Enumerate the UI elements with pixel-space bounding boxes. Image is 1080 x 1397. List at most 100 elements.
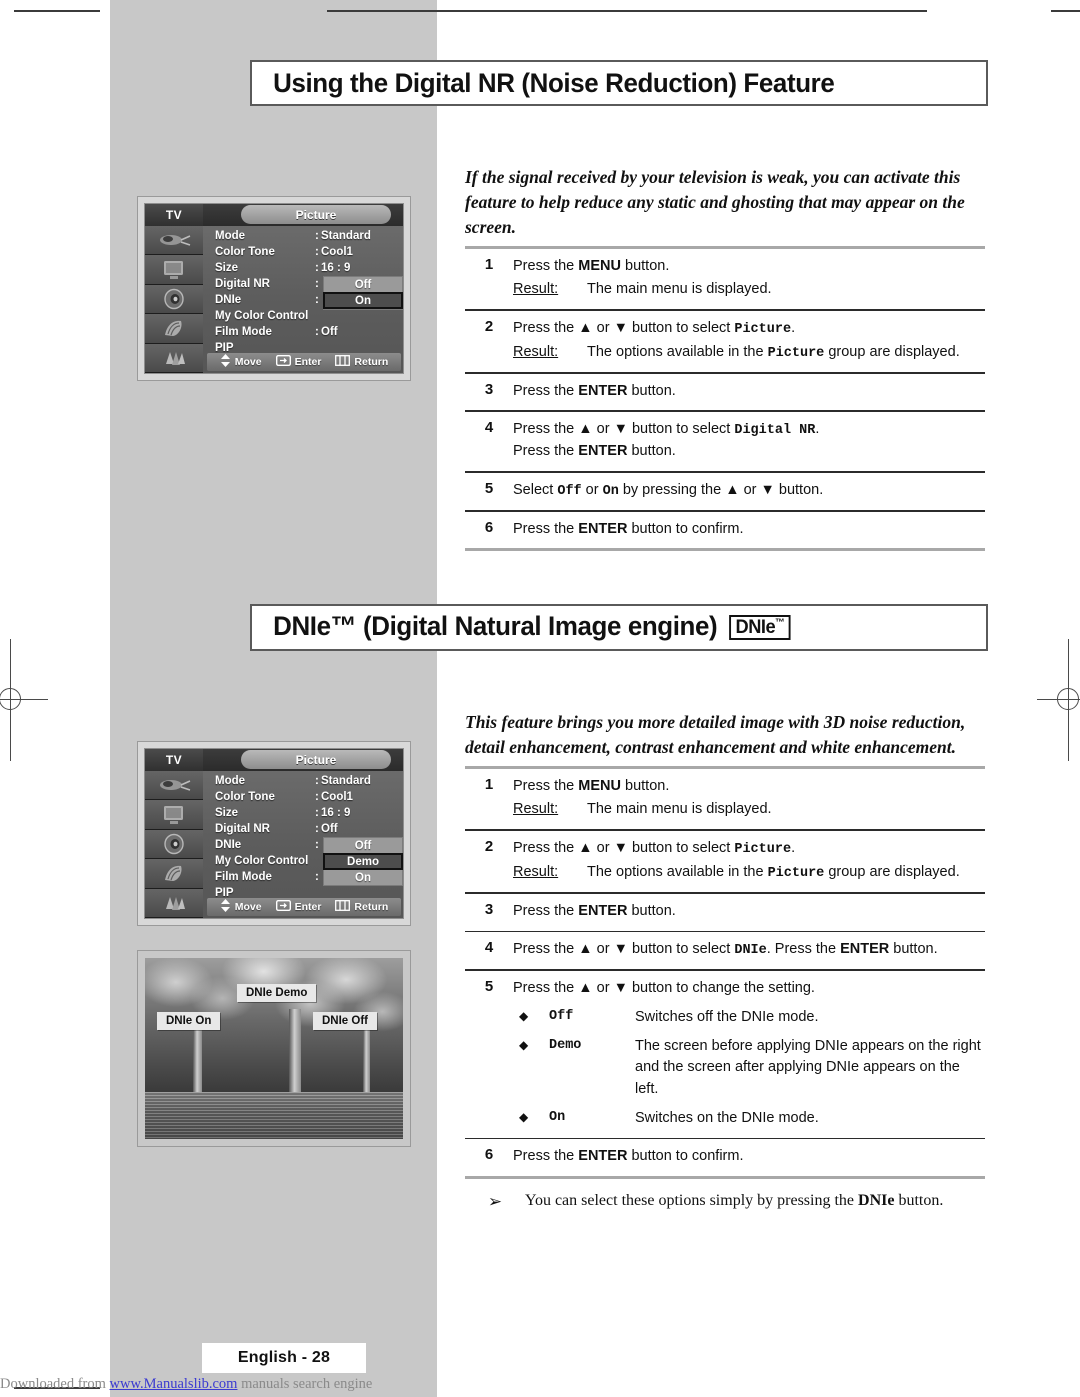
sidebar-icon-feature[interactable] xyxy=(145,314,203,344)
step-key-menu: MENU xyxy=(578,777,621,794)
osd-colon-3: : xyxy=(315,278,319,290)
osd-popup-digital-nr[interactable]: Off On xyxy=(323,276,403,310)
step-text: Press the ENTER button. xyxy=(513,382,676,399)
sidebar-icon-speaker[interactable] xyxy=(145,829,203,860)
section-1-intro: If the signal received by your televisio… xyxy=(465,167,965,237)
download-pre: Downloaded from xyxy=(0,1376,110,1392)
osd-item-digital-nr[interactable]: Digital NR xyxy=(215,823,270,835)
osd-item-mode[interactable]: Mode xyxy=(215,775,245,787)
osd-value-size: 16 : 9 xyxy=(321,262,351,274)
osd-option-off[interactable]: Off xyxy=(324,838,402,853)
sidebar-icon-setup[interactable] xyxy=(145,888,203,918)
crop-mark-top-left xyxy=(14,10,100,12)
osd-menu-items: Mode : Standard Color Tone : Cool1 Size … xyxy=(207,226,403,354)
osd-option-off[interactable]: Off xyxy=(324,277,402,292)
dnie-logo: DNIe™ xyxy=(728,615,792,640)
step-key-enter: ENTER xyxy=(578,902,628,919)
table-row: 5 Press the ▲ or ▼ button to change the … xyxy=(465,971,985,1138)
osd-footer-move-label: Move xyxy=(234,901,262,913)
osd-titlebar: TV Picture xyxy=(145,204,403,226)
dnie-demo-photo: DNIe Demo DNIe On DNIe Off xyxy=(137,950,411,1147)
sidebar-icon-antenna[interactable] xyxy=(145,771,203,801)
enter-icon xyxy=(275,900,291,914)
list-item: ◆ Demo The screen before applying DNIe a… xyxy=(513,1036,985,1101)
diamond-bullet-icon: ◆ xyxy=(519,1008,529,1023)
result-text: The main menu is displayed. xyxy=(587,801,772,818)
photo-tree-trunk xyxy=(363,1030,370,1092)
option-desc: The screen before applying DNIe appears … xyxy=(635,1037,981,1098)
table-row: 2 Press the ▲ or ▼ button to select Pict… xyxy=(465,311,985,373)
osd-colon-1: : xyxy=(315,246,319,258)
osd-item-color-tone[interactable]: Color Tone xyxy=(215,246,275,258)
step-text: Press the MENU button. Result: The main m… xyxy=(513,249,985,310)
sidebar-icon-tv[interactable] xyxy=(145,800,203,830)
osd-colon-0: : xyxy=(315,230,319,242)
osd-item-my-color-control[interactable]: My Color Control xyxy=(215,855,308,867)
diamond-bullet-icon: ◆ xyxy=(519,1109,529,1124)
step-text: Press the ▲ or ▼ button to select DNIe. … xyxy=(513,941,938,959)
osd-item-film-mode[interactable]: Film Mode xyxy=(215,326,272,338)
osd-item-digital-nr[interactable]: Digital NR xyxy=(215,278,270,290)
result-label: Result: xyxy=(513,281,559,298)
result-text: The main menu is displayed. xyxy=(587,281,772,298)
osd-colon-4: : xyxy=(315,294,319,306)
step-number: 1 xyxy=(484,775,494,793)
osd-value-color-tone: Cool1 xyxy=(321,246,353,258)
step-text: Select Off or On by pressing the ▲ or ▼ … xyxy=(513,481,824,499)
sidebar-icon-speaker[interactable] xyxy=(145,284,203,315)
osd-footer-return-label: Return xyxy=(354,901,389,913)
osd-footer-enter-label: Enter xyxy=(294,356,322,368)
osd-item-size[interactable]: Size xyxy=(215,807,238,819)
manualslib-link[interactable]: www.Manualslib.com xyxy=(110,1376,238,1392)
step-key-enter: ENTER xyxy=(578,382,628,399)
section-1-title-banner: Using the Digital NR (Noise Reduction) F… xyxy=(250,60,988,106)
osd-item-my-color-control[interactable]: My Color Control xyxy=(215,310,308,322)
step-text: Press the ENTER button to confirm. xyxy=(513,520,744,537)
osd-footer-move: Move xyxy=(220,354,262,370)
osd-item-film-mode[interactable]: Film Mode xyxy=(215,871,272,883)
osd-footer-move-label: Move xyxy=(234,356,262,368)
osd-source-label: TV xyxy=(145,204,203,226)
step-number: 3 xyxy=(484,900,494,918)
osd-value-mode: Standard xyxy=(321,775,371,787)
osd-item-dnie[interactable]: DNIe xyxy=(215,294,241,306)
table-row: 4 Press the ▲ or ▼ button to select Digi… xyxy=(465,412,985,471)
table-row: 1 Press the MENU button. Result: The main… xyxy=(465,769,985,830)
osd-footer-enter: Enter xyxy=(275,900,321,914)
section-1-instructions: If the signal received by your televisio… xyxy=(465,165,985,552)
arrow-bullet-icon: ➢ xyxy=(487,1191,503,1211)
osd-option-on[interactable]: On xyxy=(324,870,402,885)
table-row: 4 Press the ▲ or ▼ button to select DNIe… xyxy=(465,932,985,969)
step-number: 3 xyxy=(484,380,494,398)
osd-item-color-tone[interactable]: Color Tone xyxy=(215,791,275,803)
osd-colon-3: : xyxy=(315,823,319,835)
osd-option-on[interactable]: On xyxy=(323,292,403,309)
step-number: 6 xyxy=(484,518,494,536)
section-2-intro: This feature brings you more detailed im… xyxy=(465,712,966,757)
step-text: Press the ▲ or ▼ button to select Pictur… xyxy=(513,311,985,373)
osd-popup-dnie[interactable]: Off Demo On xyxy=(323,837,403,886)
result-text: The options available in the Picture gro… xyxy=(587,343,960,361)
osd-item-size[interactable]: Size xyxy=(215,262,238,274)
photo-canvas: DNIe Demo DNIe On DNIe Off xyxy=(145,958,403,1139)
osd-tab-picture[interactable]: Picture xyxy=(241,750,391,769)
option-desc: Switches off the DNIe mode. xyxy=(635,1008,819,1025)
sidebar-icon-antenna[interactable] xyxy=(145,226,203,256)
osd-tab-picture[interactable]: Picture xyxy=(241,205,391,224)
divider xyxy=(465,1175,985,1179)
result-label: Result: xyxy=(513,864,559,881)
table-row: 6 Press the ENTER button to confirm. xyxy=(465,512,985,549)
section-2-title-banner: DNIe™ (Digital Natural Image engine) DNIe… xyxy=(250,604,988,651)
step-text: Press the ▲ or ▼ button to select Digita… xyxy=(513,421,820,460)
osd-option-demo[interactable]: Demo xyxy=(323,853,403,870)
table-row: 6 Press the ENTER button to confirm. xyxy=(465,1139,985,1176)
osd-item-mode[interactable]: Mode xyxy=(215,230,245,242)
osd-sidebar xyxy=(145,771,203,918)
sidebar-icon-tv[interactable] xyxy=(145,255,203,285)
osd-item-dnie[interactable]: DNIe xyxy=(215,839,241,851)
sidebar-icon-setup[interactable] xyxy=(145,343,203,373)
updown-arrow-icon xyxy=(220,899,231,915)
result-label: Result: xyxy=(513,801,559,818)
osd-colon-6: : xyxy=(315,871,319,883)
sidebar-icon-feature[interactable] xyxy=(145,859,203,889)
